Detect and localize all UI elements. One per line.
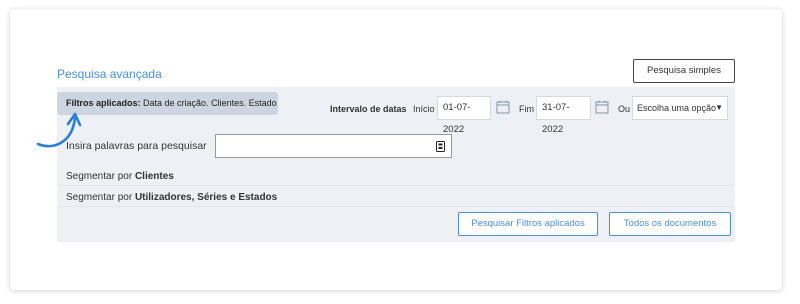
date-interval-label: Intervalo de datas: [330, 104, 407, 114]
segment-prefix: Segmentar por: [66, 192, 133, 203]
chevron-down-icon: ▼: [715, 103, 723, 112]
applied-filters-badge[interactable]: Filtros aplicados: Data de criação. Clie…: [57, 92, 278, 115]
start-date-input[interactable]: 01-07-2022: [437, 96, 491, 135]
search-input[interactable]: [215, 134, 452, 158]
or-label: Ou: [618, 104, 631, 114]
start-date-label: Início: [413, 104, 435, 114]
segment-users-row[interactable]: Segmentar por Utilizadores, Séries e Est…: [66, 192, 277, 203]
divider: [57, 185, 735, 186]
date-preset-value: Escolha uma opção: [637, 103, 717, 113]
segment-users-label: Utilizadores, Séries e Estados: [134, 192, 278, 203]
simple-search-button[interactable]: Pesquisa simples: [633, 59, 735, 83]
end-calendar-icon[interactable]: [595, 100, 609, 114]
segment-prefix: Segmentar por: [66, 171, 133, 182]
end-date-label: Fim: [519, 104, 534, 114]
end-date-input[interactable]: 31-07-2022: [536, 96, 591, 135]
input-helper-icon: [436, 141, 445, 152]
search-applied-filters-button[interactable]: Pesquisar Filtros aplicados: [458, 212, 598, 236]
segment-clients-row[interactable]: Segmentar por Clientes: [66, 171, 174, 182]
date-preset-select[interactable]: Escolha uma opção ▼: [632, 96, 728, 120]
search-label: Insira palavras para pesquisar: [66, 140, 207, 152]
page-title: Pesquisa avançada: [57, 67, 162, 81]
start-calendar-icon[interactable]: [496, 100, 510, 114]
divider: [57, 206, 735, 207]
all-documents-button[interactable]: Todos os documentos: [609, 212, 731, 236]
segment-clients-label: Clientes: [134, 171, 174, 182]
applied-filters-value: Data de criação. Clientes. Estado: [143, 98, 277, 108]
